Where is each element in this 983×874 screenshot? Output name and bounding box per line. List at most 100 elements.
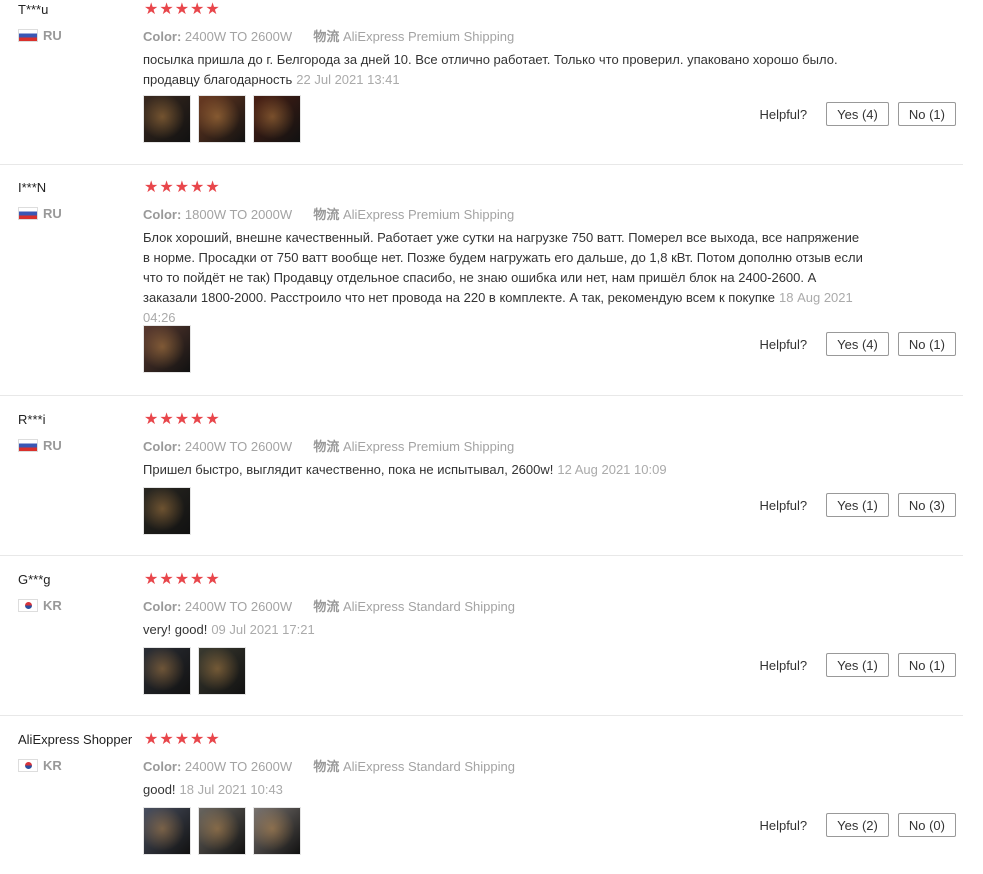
reviewer-country: RU	[18, 28, 62, 43]
country-code: KR	[43, 758, 62, 773]
review-item: I***N RU ★★★★★ Color: 1800W TO 2000W 物流 …	[0, 179, 963, 396]
helpful-yes-button[interactable]: Yes (1)	[826, 493, 889, 517]
review-content: посылка пришла до г. Белгорода за дней 1…	[143, 52, 838, 87]
reviewer-name: T***u	[18, 2, 49, 17]
helpful-no-button[interactable]: No (1)	[897, 102, 956, 126]
helpful-no-button[interactable]: No (3)	[897, 493, 956, 517]
review-photo-thumbnail[interactable]	[143, 325, 191, 373]
color-label: Color:	[143, 207, 182, 222]
review-meta: Color: 2400W TO 2600W 物流 AliExpress Prem…	[143, 26, 514, 45]
country-code: RU	[43, 438, 62, 453]
star-rating: ★★★★★	[144, 179, 221, 196]
review-photos	[143, 95, 308, 143]
review-item: R***i RU ★★★★★ Color: 2400W TO 2600W 物流 …	[0, 411, 963, 556]
color-label: Color:	[143, 439, 182, 454]
color-value: 2400W TO 2600W	[184, 759, 293, 774]
review-item: AliExpress Shopper KR ★★★★★ Color: 2400W…	[0, 731, 963, 874]
helpful-vote: Helpful? Yes (2) No (0)	[759, 813, 956, 837]
review-photo-thumbnail[interactable]	[143, 807, 191, 855]
shipping-value: AliExpress Standard Shipping	[342, 599, 515, 614]
shipping-value: AliExpress Premium Shipping	[342, 439, 515, 454]
color-value: 2400W TO 2600W	[184, 599, 293, 614]
review-date: 12 Aug 2021 10:09	[557, 462, 667, 477]
review-meta: Color: 2400W TO 2600W 物流 AliExpress Stan…	[143, 596, 515, 615]
shipping-value: AliExpress Standard Shipping	[342, 759, 515, 774]
helpful-label: Helpful?	[759, 336, 808, 352]
helpful-label: Helpful?	[759, 497, 808, 513]
shipping-label: 物流	[313, 759, 340, 774]
color-label: Color:	[143, 29, 182, 44]
helpful-yes-button[interactable]: Yes (1)	[826, 653, 889, 677]
review-text: Пришел быстро, выглядит качественно, пок…	[143, 460, 863, 480]
color-value: 2400W TO 2600W	[184, 29, 293, 44]
star-rating: ★★★★★	[144, 1, 221, 18]
review-meta: Color: 2400W TO 2600W 物流 AliExpress Prem…	[143, 436, 514, 455]
color-value: 2400W TO 2600W	[184, 439, 293, 454]
helpful-label: Helpful?	[759, 657, 808, 673]
helpful-vote: Helpful? Yes (4) No (1)	[759, 102, 956, 126]
country-flag-icon	[18, 599, 38, 612]
review-content: very! good!	[143, 622, 208, 637]
review-photo-thumbnail[interactable]	[143, 487, 191, 535]
review-item: T***u RU ★★★★★ Color: 2400W TO 2600W 物流 …	[0, 1, 963, 165]
helpful-vote: Helpful? Yes (1) No (3)	[759, 493, 956, 517]
reviewer-name: R***i	[18, 412, 46, 427]
review-photo-thumbnail[interactable]	[143, 95, 191, 143]
reviewer-name: AliExpress Shopper	[18, 732, 133, 747]
review-photo-thumbnail[interactable]	[198, 95, 246, 143]
review-content: Пришел быстро, выглядит качественно, пок…	[143, 462, 554, 477]
helpful-no-button[interactable]: No (0)	[897, 813, 956, 837]
review-photos	[143, 325, 198, 373]
star-rating: ★★★★★	[144, 571, 221, 588]
review-date: 09 Jul 2021 17:21	[211, 622, 315, 637]
review-date: 22 Jul 2021 13:41	[296, 72, 400, 87]
country-code: RU	[43, 28, 62, 43]
review-date: 18 Jul 2021 10:43	[179, 782, 283, 797]
review-content: Блок хороший, внешне качественный. Работ…	[143, 230, 863, 305]
review-item: G***g KR ★★★★★ Color: 2400W TO 2600W 物流 …	[0, 571, 963, 716]
star-rating: ★★★★★	[144, 731, 221, 748]
shipping-label: 物流	[313, 207, 340, 222]
review-photos	[143, 647, 253, 695]
reviewer-country: KR	[18, 598, 62, 613]
helpful-yes-button[interactable]: Yes (4)	[826, 102, 889, 126]
review-text: посылка пришла до г. Белгорода за дней 1…	[143, 50, 863, 90]
helpful-no-button[interactable]: No (1)	[897, 332, 956, 356]
reviewer-name: G***g	[18, 572, 51, 587]
country-code: KR	[43, 598, 62, 613]
star-rating: ★★★★★	[144, 411, 221, 428]
helpful-vote: Helpful? Yes (4) No (1)	[759, 332, 956, 356]
review-photo-thumbnail[interactable]	[198, 807, 246, 855]
review-photo-thumbnail[interactable]	[198, 647, 246, 695]
country-flag-icon	[18, 29, 38, 42]
shipping-label: 物流	[313, 439, 340, 454]
review-photos	[143, 487, 198, 535]
review-text: good! 18 Jul 2021 10:43	[143, 780, 863, 800]
shipping-label: 物流	[313, 29, 340, 44]
shipping-value: AliExpress Premium Shipping	[342, 207, 515, 222]
color-value: 1800W TO 2000W	[184, 207, 293, 222]
review-photo-thumbnail[interactable]	[253, 95, 301, 143]
helpful-yes-button[interactable]: Yes (4)	[826, 332, 889, 356]
country-flag-icon	[18, 439, 38, 452]
review-photo-thumbnail[interactable]	[143, 647, 191, 695]
helpful-vote: Helpful? Yes (1) No (1)	[759, 653, 956, 677]
reviewer-name: I***N	[18, 180, 47, 195]
helpful-label: Helpful?	[759, 817, 808, 833]
helpful-label: Helpful?	[759, 106, 808, 122]
country-flag-icon	[18, 207, 38, 220]
country-flag-icon	[18, 759, 38, 772]
review-text: Блок хороший, внешне качественный. Работ…	[143, 228, 863, 328]
review-text: very! good! 09 Jul 2021 17:21	[143, 620, 863, 640]
shipping-value: AliExpress Premium Shipping	[342, 29, 515, 44]
review-photo-thumbnail[interactable]	[253, 807, 301, 855]
country-code: RU	[43, 206, 62, 221]
review-photos	[143, 807, 308, 855]
color-label: Color:	[143, 599, 182, 614]
helpful-yes-button[interactable]: Yes (2)	[826, 813, 889, 837]
color-label: Color:	[143, 759, 182, 774]
review-content: good!	[143, 782, 176, 797]
reviewer-country: KR	[18, 758, 62, 773]
helpful-no-button[interactable]: No (1)	[897, 653, 956, 677]
review-meta: Color: 2400W TO 2600W 物流 AliExpress Stan…	[143, 756, 515, 775]
